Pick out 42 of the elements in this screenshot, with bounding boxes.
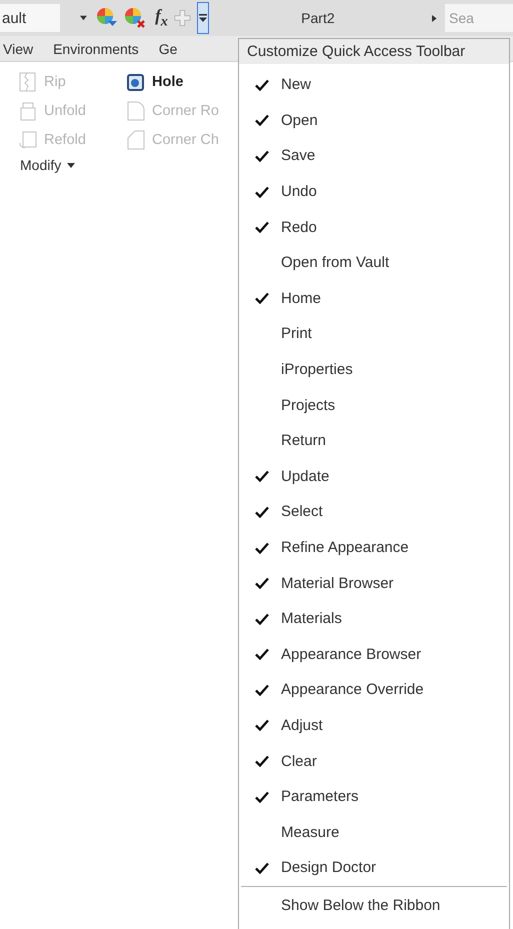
menu-item[interactable]: Select bbox=[239, 494, 509, 530]
ribbon-tab[interactable]: View bbox=[3, 40, 34, 56]
search-field[interactable]: Sea bbox=[444, 4, 513, 32]
menu-item[interactable]: Appearance Override bbox=[239, 672, 509, 708]
menu-item[interactable]: Show Below the Ribbon bbox=[239, 886, 509, 925]
menu-item[interactable]: iProperties bbox=[239, 352, 509, 388]
menu-item[interactable]: Material Browser bbox=[239, 565, 509, 601]
ribbon-tab[interactable]: Ge bbox=[158, 40, 178, 56]
caret-icon[interactable] bbox=[80, 15, 88, 21]
menu-item[interactable]: Return bbox=[239, 422, 509, 459]
rip-icon bbox=[18, 71, 38, 93]
round-icon bbox=[126, 100, 146, 122]
chamfer-icon bbox=[126, 129, 146, 151]
hole-icon bbox=[126, 71, 146, 93]
arrow-icon[interactable] bbox=[432, 14, 437, 22]
menu-item[interactable]: Design Doctor bbox=[239, 850, 509, 886]
document-title: Part2 bbox=[300, 10, 336, 26]
menu-item[interactable]: Parameters bbox=[239, 778, 509, 814]
clear-appearance-icon[interactable] bbox=[123, 6, 148, 30]
menu-item[interactable]: Appearance Browser bbox=[239, 636, 509, 672]
menu-item[interactable]: Adjust bbox=[239, 708, 509, 744]
customize-dropdown-button[interactable] bbox=[196, 2, 210, 34]
menu-item[interactable]: Open from Vault bbox=[239, 244, 509, 281]
menu-item[interactable]: Redo bbox=[239, 209, 509, 245]
caret-icon[interactable] bbox=[67, 162, 76, 168]
menu-item[interactable]: Update bbox=[239, 458, 509, 494]
menu-item[interactable]: Clear bbox=[239, 743, 509, 779]
menu-item[interactable]: Print bbox=[239, 316, 509, 352]
unfold-icon bbox=[18, 100, 38, 122]
menu-item[interactable]: Home bbox=[239, 280, 509, 316]
formula-button[interactable]: f$_{x}$ bbox=[155, 6, 168, 30]
menu-item[interactable]: Projects bbox=[239, 387, 509, 423]
ribbon-tab[interactable]: Environments bbox=[53, 40, 139, 56]
style-field[interactable]: ault bbox=[0, 4, 60, 32]
menu-item[interactable]: Refine Appearance bbox=[239, 530, 509, 566]
panel-title[interactable]: Modify bbox=[20, 157, 62, 173]
dropdown-icon bbox=[198, 13, 208, 23]
menu-item[interactable]: Materials bbox=[239, 600, 509, 636]
menu-item[interactable]: Measure bbox=[239, 814, 509, 850]
menu-title: Customize Quick Access Toolbar bbox=[239, 39, 509, 64]
refold-icon bbox=[18, 129, 38, 151]
menu-item[interactable]: Undo bbox=[239, 174, 509, 210]
